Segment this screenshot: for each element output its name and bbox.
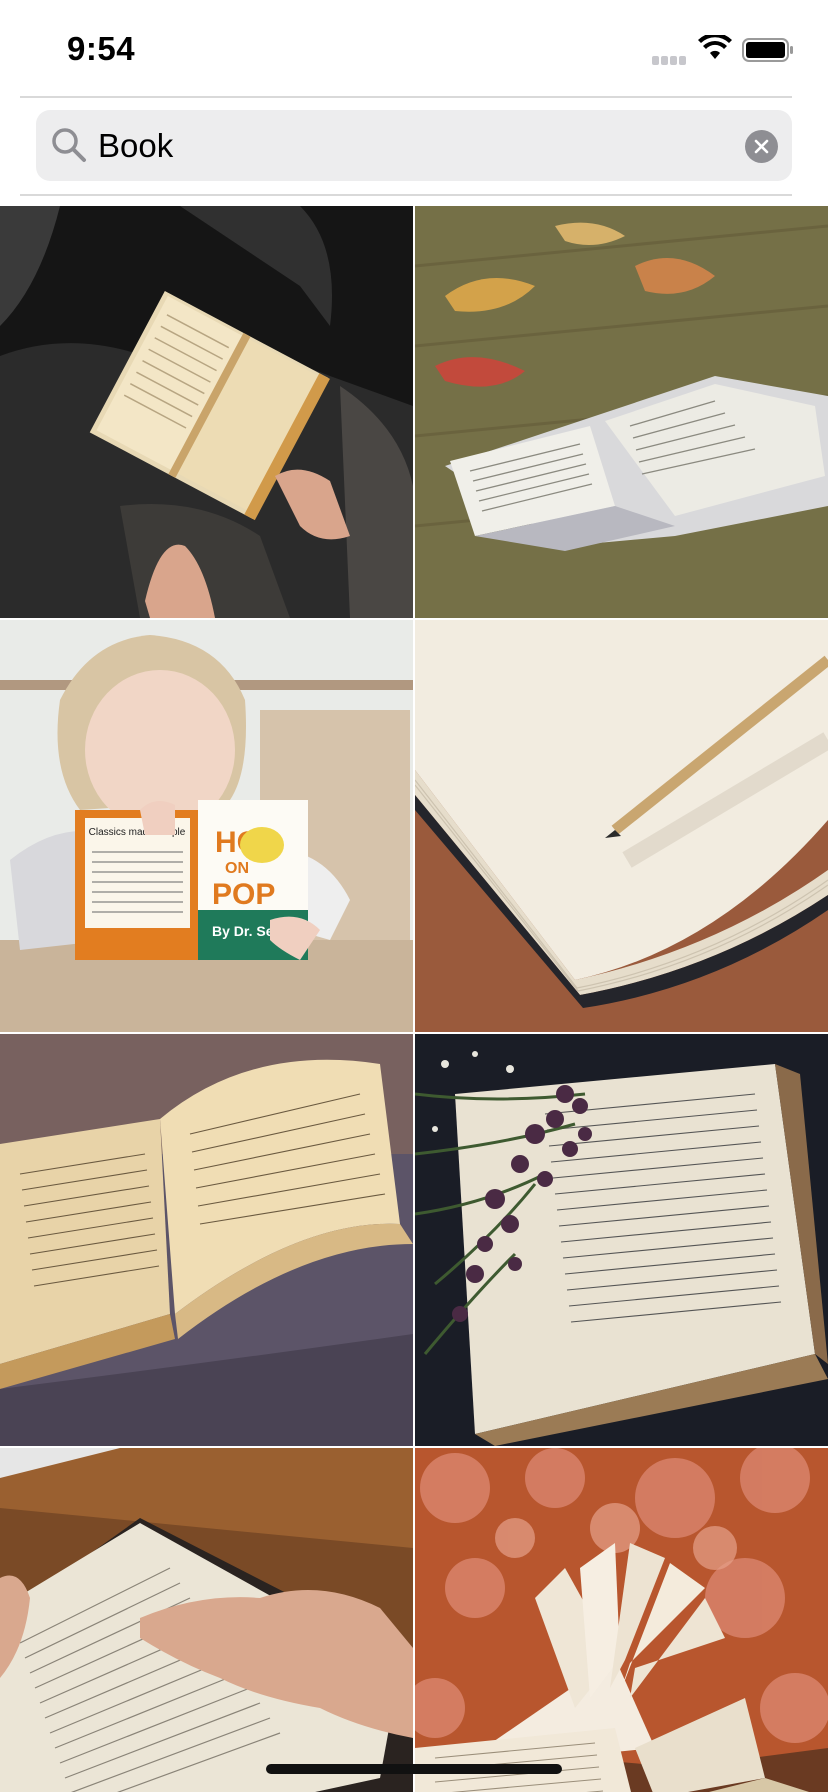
search-screen: 9:54 Book Classics made simple ON POP By… [0, 0, 828, 1792]
photo-notebook-pencil-image [415, 620, 828, 1032]
clear-search-button[interactable] [745, 130, 778, 163]
status-bar: 9:54 [0, 0, 828, 96]
close-icon [754, 139, 769, 154]
search-icon [52, 128, 86, 162]
photo-tile-8[interactable] [415, 1448, 828, 1792]
bottom-divider [20, 194, 792, 196]
home-indicator[interactable] [266, 1764, 562, 1774]
photo-reading-paperback-image [0, 206, 413, 618]
battery-icon [742, 38, 793, 62]
photo-tile-3[interactable]: Classics made simple HOP ON POP By Dr. S… [0, 620, 413, 1032]
cellular-signal-icon [652, 52, 690, 65]
search-input[interactable] [98, 121, 718, 171]
photo-child-reading-image: Classics made simple HOP ON POP By Dr. S… [0, 620, 413, 1032]
top-divider [20, 96, 792, 98]
photo-tile-6[interactable] [415, 1034, 828, 1446]
photo-book-autumn-image [415, 1448, 828, 1792]
search-bar[interactable] [36, 110, 792, 181]
photo-tile-4[interactable] [415, 620, 828, 1032]
photo-book-flowers-image [415, 1034, 828, 1446]
photo-tile-1[interactable] [0, 206, 413, 618]
cover-title-pop: POP [212, 878, 275, 911]
photo-handwritten-book-image [0, 1034, 413, 1446]
photo-grid: Classics made simple HOP ON POP By Dr. S… [0, 206, 828, 1792]
photo-bible-table-image [415, 206, 828, 618]
photo-hand-on-book-image [0, 1448, 413, 1792]
status-time: 9:54 [67, 30, 136, 67]
cover-title-on: ON [225, 860, 249, 877]
photo-tile-7[interactable] [0, 1448, 413, 1792]
wifi-icon [698, 35, 732, 59]
photo-tile-5[interactable] [0, 1034, 413, 1446]
photo-tile-2[interactable] [415, 206, 828, 618]
